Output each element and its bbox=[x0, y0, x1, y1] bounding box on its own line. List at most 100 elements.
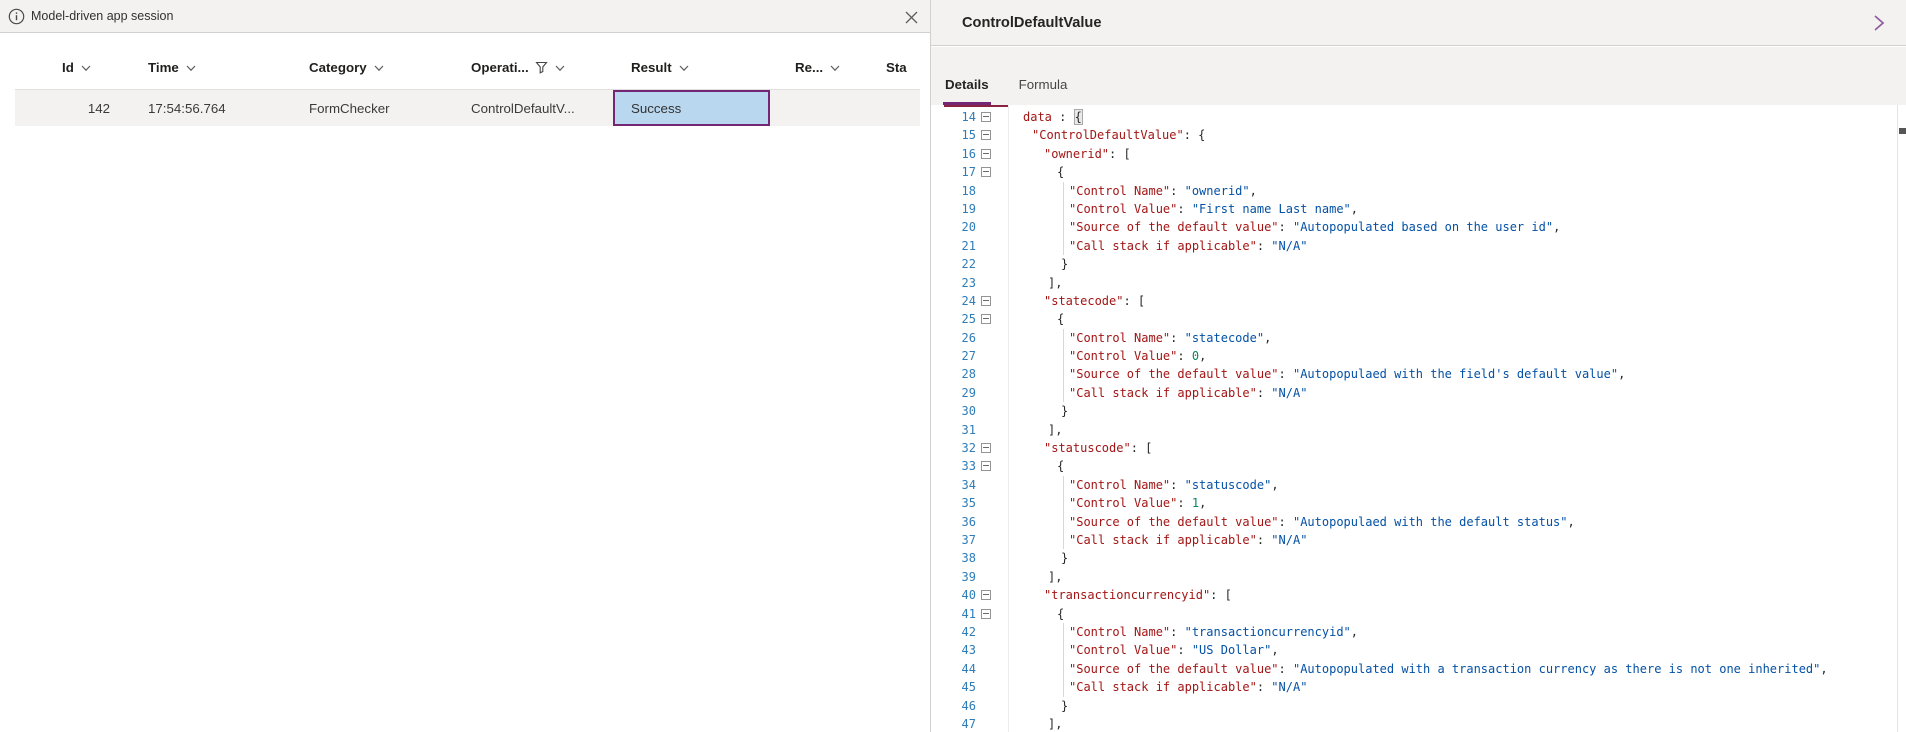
code-token: "statecode" bbox=[1185, 331, 1264, 345]
code-token: "Autopopulated based on the user id" bbox=[1293, 220, 1553, 234]
indent-guide bbox=[1063, 347, 1064, 365]
code-text: "Control Value": "First name Last name", bbox=[1069, 200, 1358, 218]
code-token: "Source of the default value" bbox=[1069, 662, 1279, 676]
events-table-body: 14217:54:56.764FormCheckerControlDefault… bbox=[15, 90, 920, 126]
fold-collapse-icon[interactable] bbox=[981, 314, 991, 324]
code-token: : [ bbox=[1109, 147, 1131, 161]
code-text: "transactioncurrencyid": [ bbox=[1044, 586, 1232, 604]
line-number: 35 bbox=[931, 494, 976, 512]
fold-region-marker bbox=[944, 105, 1008, 107]
column-header-result[interactable]: Result bbox=[631, 45, 690, 90]
code-line: 20"Source of the default value": "Autopo… bbox=[931, 218, 1896, 236]
chevron-right-icon[interactable] bbox=[1868, 12, 1890, 34]
line-number: 31 bbox=[931, 421, 976, 439]
column-header-time[interactable]: Time bbox=[148, 45, 197, 90]
code-text: "Source of the default value": "Autopopu… bbox=[1069, 660, 1828, 678]
column-label: Time bbox=[148, 60, 179, 75]
code-text: "ControlDefaultValue": { bbox=[1032, 126, 1205, 144]
code-token: : bbox=[1279, 220, 1293, 234]
line-number: 19 bbox=[931, 200, 976, 218]
code-token: "statuscode" bbox=[1044, 441, 1131, 455]
line-number: 27 bbox=[931, 347, 976, 365]
code-token: "Call stack if applicable" bbox=[1069, 680, 1257, 694]
fold-collapse-icon[interactable] bbox=[981, 443, 991, 453]
indent-guide bbox=[1063, 365, 1064, 383]
fold-collapse-icon[interactable] bbox=[981, 130, 991, 140]
line-number: 39 bbox=[931, 568, 976, 586]
column-label: Id bbox=[62, 60, 74, 75]
column-label: Re... bbox=[795, 60, 823, 75]
code-line: 41{ bbox=[931, 605, 1896, 623]
tab-formula[interactable]: Formula bbox=[1017, 47, 1070, 105]
column-header-operati[interactable]: Operati... bbox=[471, 45, 566, 90]
code-token: "Source of the default value" bbox=[1069, 367, 1279, 381]
close-icon[interactable] bbox=[902, 8, 920, 26]
code-token: : bbox=[1257, 680, 1271, 694]
column-header-id[interactable]: Id bbox=[62, 45, 92, 90]
table-row[interactable]: 14217:54:56.764FormCheckerControlDefault… bbox=[15, 90, 920, 126]
code-line: 36"Source of the default value": "Autopo… bbox=[931, 513, 1896, 531]
monitor-app: Model-driven app session IdTimeCategoryO… bbox=[0, 0, 1906, 732]
code-token: "N/A" bbox=[1271, 533, 1307, 547]
code-text: } bbox=[1061, 402, 1068, 420]
line-number: 34 bbox=[931, 476, 976, 494]
code-token: "Control Value" bbox=[1069, 202, 1177, 216]
code-text: "Control Value": "US Dollar", bbox=[1069, 641, 1279, 659]
fold-collapse-icon[interactable] bbox=[981, 609, 991, 619]
json-editor[interactable]: 14data : {15"ControlDefaultValue": {16"o… bbox=[931, 105, 1906, 732]
info-icon bbox=[8, 8, 25, 25]
code-token: : bbox=[1257, 533, 1271, 547]
tab-details[interactable]: Details bbox=[943, 47, 991, 105]
code-token: : [ bbox=[1131, 441, 1153, 455]
details-panel-header: ControlDefaultValue bbox=[931, 0, 1906, 46]
code-line: 30} bbox=[931, 402, 1896, 420]
scrollbar-thumb[interactable] bbox=[1899, 128, 1906, 134]
code-line: 32"statuscode": [ bbox=[931, 439, 1896, 457]
code-token: { bbox=[1057, 312, 1064, 326]
code-token: "Autopopulaed with the field's default v… bbox=[1293, 367, 1618, 381]
code-token: : bbox=[1177, 349, 1191, 363]
fold-collapse-icon[interactable] bbox=[981, 167, 991, 177]
code-token: : bbox=[1279, 662, 1293, 676]
column-header-re[interactable]: Re... bbox=[795, 45, 841, 90]
fold-collapse-icon[interactable] bbox=[981, 590, 991, 600]
code-token: "Control Name" bbox=[1069, 331, 1170, 345]
code-line: 16"ownerid": [ bbox=[931, 145, 1896, 163]
code-token: { bbox=[1057, 607, 1064, 621]
code-line: 45"Call stack if applicable": "N/A" bbox=[931, 678, 1896, 696]
code-line: 22} bbox=[931, 255, 1896, 273]
code-token: , bbox=[1271, 478, 1278, 492]
code-line: 38} bbox=[931, 549, 1896, 567]
fold-collapse-icon[interactable] bbox=[981, 149, 991, 159]
code-token: : [ bbox=[1210, 588, 1232, 602]
code-token: , bbox=[1351, 202, 1358, 216]
code-token: , bbox=[1250, 184, 1257, 198]
column-header-category[interactable]: Category bbox=[309, 45, 385, 90]
code-lines: 14data : {15"ControlDefaultValue": {16"o… bbox=[931, 108, 1896, 732]
code-token: , bbox=[1553, 220, 1560, 234]
code-line: 40"transactioncurrencyid": [ bbox=[931, 586, 1896, 604]
chevron-down-icon bbox=[829, 62, 841, 74]
fold-collapse-icon[interactable] bbox=[981, 112, 991, 122]
indent-guide bbox=[1063, 237, 1064, 255]
fold-collapse-icon[interactable] bbox=[981, 461, 991, 471]
code-token: } bbox=[1061, 699, 1068, 713]
fold-collapse-icon[interactable] bbox=[981, 296, 991, 306]
editor-scrollbar[interactable] bbox=[1897, 105, 1906, 732]
cell-operation: ControlDefaultV... bbox=[471, 90, 575, 126]
line-number: 26 bbox=[931, 329, 976, 347]
cell-result-selected[interactable]: Success bbox=[613, 90, 770, 126]
indent-guide bbox=[1063, 494, 1064, 512]
code-line: 43"Control Value": "US Dollar", bbox=[931, 641, 1896, 659]
indent-guide bbox=[1063, 623, 1064, 641]
code-line: 46} bbox=[931, 697, 1896, 715]
code-text: } bbox=[1061, 255, 1068, 273]
column-header-sta[interactable]: Sta bbox=[886, 45, 907, 90]
code-token: ], bbox=[1048, 570, 1062, 584]
code-token: "statuscode" bbox=[1185, 478, 1272, 492]
line-number: 25 bbox=[931, 310, 976, 328]
code-token: { bbox=[1057, 459, 1064, 473]
line-number: 18 bbox=[931, 182, 976, 200]
code-token: "Call stack if applicable" bbox=[1069, 239, 1257, 253]
code-token: : bbox=[1177, 496, 1191, 510]
